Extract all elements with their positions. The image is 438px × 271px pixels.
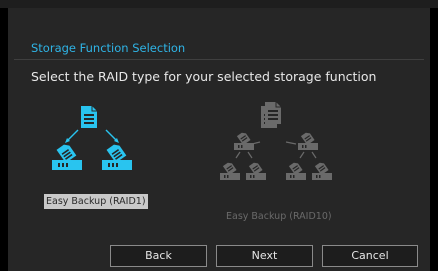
raid-setup-window: Storage Function Selection Select the RA… [0,0,438,271]
title-divider [14,59,424,60]
dialog-title: Storage Function Selection [31,41,186,55]
next-button[interactable]: Next [216,245,313,267]
window-top-frame [0,0,438,8]
instruction-text: Select the RAID type for your selected s… [31,69,377,84]
back-button[interactable]: Back [110,245,207,267]
raid1-option[interactable]: Easy Backup (RAID1) [44,90,148,210]
raid10-label: Easy Backup (RAID10) [226,211,332,222]
raid10-diagram-icon [220,101,332,180]
cancel-button[interactable]: Cancel [322,245,418,267]
raid1-label[interactable]: Easy Backup (RAID1) [44,194,148,209]
raid10-option: Easy Backup (RAID10) [214,90,342,222]
raid1-diagram-icon [52,105,132,170]
